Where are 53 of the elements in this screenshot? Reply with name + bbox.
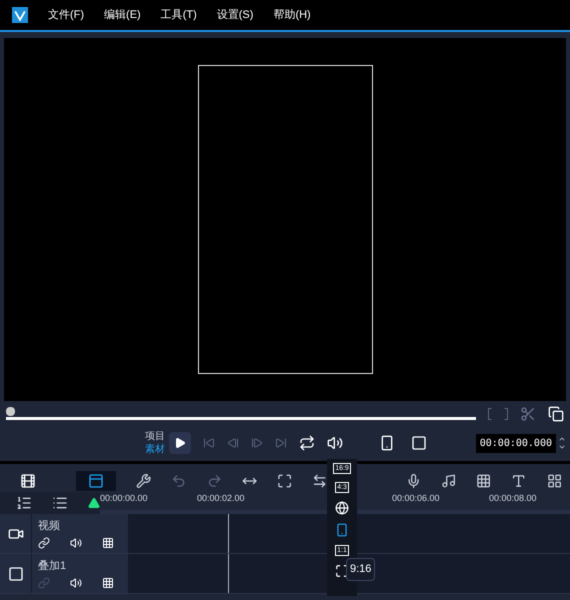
track-name: 叠加1 <box>38 559 68 574</box>
globe-icon[interactable] <box>335 501 349 515</box>
undo-icon[interactable] <box>171 473 187 489</box>
previous-icon[interactable] <box>203 437 215 449</box>
app-logo-icon <box>12 7 28 23</box>
fit-icon[interactable] <box>335 564 349 578</box>
ruler-label: 00:00:06.00 <box>392 492 441 505</box>
tools-icon[interactable] <box>136 473 152 489</box>
marker-icon[interactable] <box>88 497 100 509</box>
step-back-icon[interactable] <box>227 437 239 449</box>
tooltip: 9:16 <box>346 558 376 580</box>
menu-item[interactable]: 帮助(H) <box>273 6 311 24</box>
menu-item[interactable]: 编辑(E) <box>104 6 141 24</box>
timecode-field[interactable]: 00:00:00.000 <box>476 434 556 452</box>
film-icon <box>20 473 36 489</box>
audio-icon[interactable] <box>440 473 456 489</box>
next-icon[interactable] <box>275 437 287 449</box>
volume-icon[interactable] <box>70 536 82 548</box>
timeline-ruler[interactable]: 00:00:00.00 00:00:02.00 00:00:06.00 00:00:08.00 <box>100 492 570 514</box>
mark-out-icon[interactable] <box>504 408 508 420</box>
track-name: 视频 <box>38 519 61 534</box>
grid-icon[interactable] <box>546 473 562 489</box>
mosaic-icon[interactable] <box>476 473 492 489</box>
track-manager-icon[interactable] <box>16 495 32 511</box>
scissors-icon[interactable] <box>520 406 536 422</box>
record-icon[interactable] <box>406 473 421 489</box>
mode-option[interactable]: 素材 <box>145 443 165 456</box>
title-icon[interactable] <box>511 473 527 489</box>
ruler-label: 00:00:02.00 <box>197 492 246 505</box>
expand-icon[interactable] <box>277 473 292 489</box>
volume-icon[interactable] <box>70 576 82 588</box>
menu-item[interactable]: 工具(T) <box>160 6 197 24</box>
link-icon[interactable] <box>38 536 50 548</box>
overlay-track-icon <box>8 566 24 582</box>
play-icon <box>174 437 186 449</box>
phone-icon[interactable] <box>335 523 349 537</box>
volume-icon[interactable] <box>327 435 343 451</box>
play-button[interactable] <box>169 432 191 454</box>
timeline-icon <box>88 473 104 489</box>
step-forward-icon[interactable] <box>251 437 263 449</box>
scrub-handle[interactable] <box>6 406 15 416</box>
timeline-view-tab[interactable] <box>76 471 116 491</box>
ruler-label: 00:00:00.00 <box>100 492 149 505</box>
mark-in-icon[interactable] <box>488 408 492 420</box>
repeat-icon[interactable] <box>299 435 315 451</box>
menu-item[interactable]: 文件(F) <box>48 6 84 24</box>
mode-option[interactable]: 项目 <box>145 430 165 443</box>
copy-icon[interactable] <box>548 406 564 422</box>
list-icon[interactable] <box>52 495 68 511</box>
phone-icon[interactable] <box>379 435 395 451</box>
ruler-label: 00:00:08.00 <box>489 492 538 505</box>
menu-item[interactable]: 设置(S) <box>216 6 254 24</box>
redo-icon[interactable] <box>206 473 222 489</box>
